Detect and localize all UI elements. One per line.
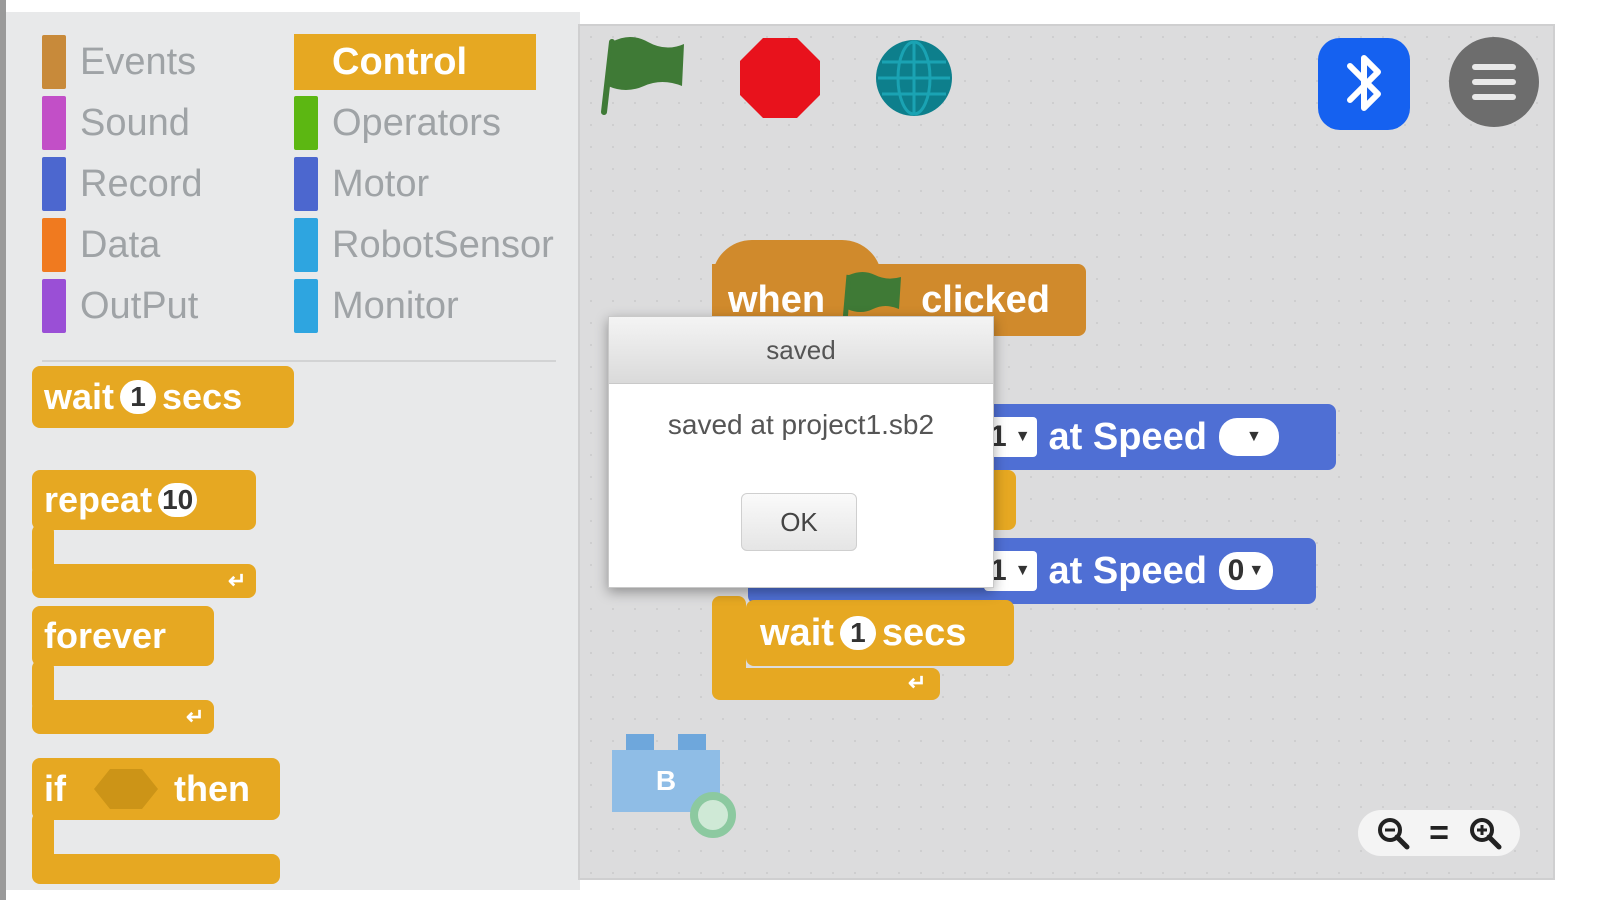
wait-seconds-input[interactable]: 1	[120, 380, 157, 414]
category-output[interactable]: OutPut	[42, 278, 198, 334]
palette-forever-block[interactable]: forever	[32, 606, 214, 666]
category-color-bar	[42, 35, 66, 89]
block-text: then	[174, 768, 250, 809]
loop-arrow-icon: ↵	[908, 670, 927, 695]
block-text: forever	[44, 615, 167, 656]
green-flag-icon[interactable]	[600, 30, 690, 121]
sprite-b[interactable]: B	[612, 734, 740, 838]
condition-slot[interactable]	[94, 769, 158, 809]
sprite-label: B	[655, 765, 677, 796]
category-label: Monitor	[332, 284, 459, 327]
category-label: RobotSensor	[332, 223, 554, 266]
if-block-footer	[32, 854, 280, 884]
globe-icon[interactable]	[874, 38, 954, 123]
category-color-bar	[42, 157, 66, 211]
dialog-message: saved at project1.sb2	[667, 409, 935, 440]
palette-repeat-block[interactable]: repeat 10	[32, 470, 256, 530]
category-label: Record	[80, 162, 203, 205]
zoom-out-icon[interactable]	[1376, 816, 1410, 850]
category-label: Events	[80, 40, 197, 83]
saved-dialog: saved saved at project1.sb2 OK	[608, 316, 994, 588]
block-text: wait	[760, 611, 834, 654]
stop-icon[interactable]	[738, 36, 822, 125]
category-label: Motor	[332, 162, 430, 205]
palette-if-then-block[interactable]: if then	[32, 758, 280, 820]
zoom-reset-button[interactable]: =	[1429, 814, 1449, 853]
motor-speed-input[interactable]: 0 ▼	[1218, 552, 1273, 590]
dropdown-arrow-icon: ▼	[1246, 428, 1262, 445]
category-color-bar	[294, 218, 318, 272]
block-text: secs	[881, 611, 967, 654]
menu-icon[interactable]	[1448, 36, 1540, 133]
category-monitor[interactable]: Monitor	[294, 278, 459, 334]
category-color-bar	[42, 279, 66, 333]
block-text: if	[44, 768, 66, 809]
category-control[interactable]: Control	[294, 34, 536, 90]
block-text: at Speed	[1048, 415, 1207, 458]
app-window: Events Sound Record Data OutPut Control …	[0, 0, 1599, 900]
loop-arrow-icon: ↵	[228, 568, 247, 593]
category-motor[interactable]: Motor	[294, 156, 429, 212]
bluetooth-icon[interactable]	[1316, 36, 1412, 137]
category-label: Sound	[80, 101, 190, 144]
category-record[interactable]: Record	[42, 156, 203, 212]
dropdown-arrow-icon: ▼	[1248, 562, 1265, 579]
dropdown-arrow-icon: ▼	[1014, 428, 1031, 445]
speed-value: 0	[1227, 554, 1245, 587]
category-sound[interactable]: Sound	[42, 95, 190, 151]
category-color-bar	[42, 218, 66, 272]
wait-block[interactable]: wait 1 secs	[746, 600, 1014, 666]
block-text: secs	[162, 376, 243, 417]
loop-arrow-icon: ↵	[186, 704, 205, 729]
dialog-title: saved	[609, 317, 993, 384]
block-text: at Speed	[1048, 549, 1207, 592]
category-label: Control	[332, 40, 468, 83]
category-operators[interactable]: Operators	[294, 95, 501, 151]
category-color-bar	[294, 157, 318, 211]
category-data[interactable]: Data	[42, 217, 160, 273]
motor-speed-block[interactable]: 1 ▼ at Speed ▼	[976, 404, 1336, 470]
category-label: Data	[80, 223, 161, 266]
category-color-bar	[42, 96, 66, 150]
dropdown-arrow-icon: ▼	[1014, 562, 1031, 579]
category-label: Operators	[332, 101, 501, 144]
zoom-in-icon[interactable]	[1468, 816, 1502, 850]
block-palette: Events Sound Record Data OutPut Control …	[6, 12, 580, 890]
block-text: repeat	[44, 479, 153, 520]
repeat-block-footer	[32, 564, 256, 598]
sprite-wheel-icon	[690, 792, 736, 838]
category-label: OutPut	[80, 284, 199, 327]
category-color-bar	[294, 279, 318, 333]
ok-button[interactable]: OK	[741, 493, 857, 551]
motor-speed-input[interactable]: ▼	[1218, 418, 1279, 456]
zoom-controls: =	[1358, 810, 1520, 856]
palette-divider	[42, 360, 556, 362]
category-events[interactable]: Events	[42, 34, 196, 90]
block-text: wait	[44, 376, 115, 417]
palette-wait-block[interactable]: wait 1 secs	[32, 366, 294, 428]
category-color-bar	[294, 96, 318, 150]
repeat-count-input[interactable]: 10	[158, 483, 198, 517]
category-robotsensor[interactable]: RobotSensor	[294, 217, 554, 273]
loop-block-footer	[712, 668, 940, 700]
wait-seconds-input[interactable]: 1	[839, 616, 876, 650]
